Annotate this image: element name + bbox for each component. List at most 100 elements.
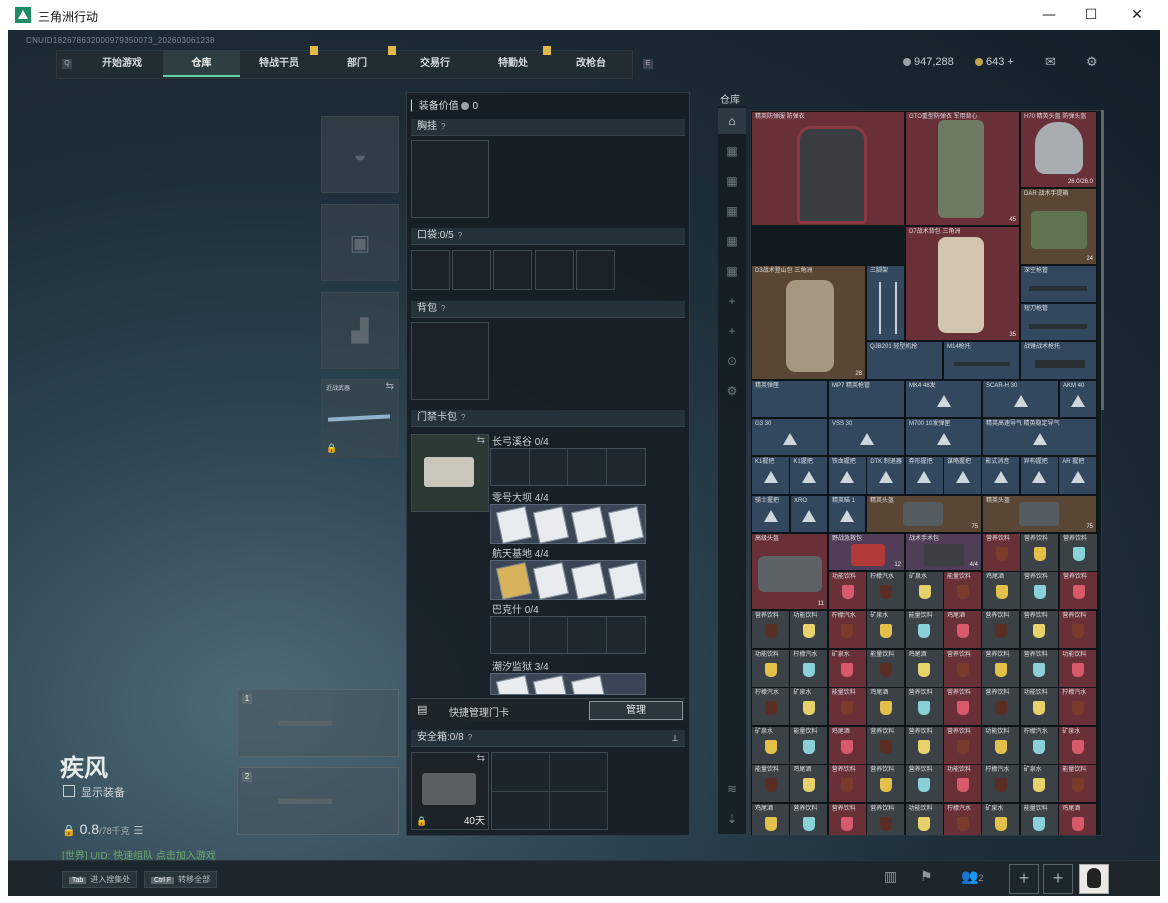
help-icon[interactable]: ?: [441, 304, 445, 313]
primary-weapon-slot-2[interactable]: 2 ▬▬▬: [237, 767, 399, 835]
inventory-item[interactable]: 营养饮料: [904, 764, 944, 803]
inventory-item[interactable]: 鸡尾酒: [904, 648, 944, 688]
tab-special-services[interactable]: 特勤处: [475, 50, 551, 77]
inventory-item[interactable]: 营养饮料: [866, 764, 906, 803]
inventory-item[interactable]: D3战术登山包 三角洲 28: [751, 265, 866, 380]
help-icon[interactable]: ?: [441, 122, 445, 131]
add-page-icon[interactable]: +: [718, 288, 746, 314]
inventory-item[interactable]: 能量饮料: [751, 764, 790, 803]
inventory-item[interactable]: 营养饮料: [904, 725, 944, 765]
inventory-item[interactable]: 柠檬汽水: [751, 687, 790, 726]
inventory-item[interactable]: 柠檬汽水: [866, 571, 905, 610]
storage-page-icon[interactable]: ▦: [718, 138, 746, 164]
inventory-item[interactable]: 战术手术包 4/4: [905, 533, 982, 571]
inventory-item[interactable]: DAR 战术手提箱 24: [1020, 188, 1097, 265]
inventory-item[interactable]: 矿泉水: [866, 610, 906, 649]
keycard-grid[interactable]: [490, 504, 646, 544]
inventory-item[interactable]: 高级头盔 11: [751, 533, 828, 610]
inventory-item[interactable]: 营养饮料: [1058, 610, 1098, 649]
squad-icon[interactable]: 👥2: [961, 868, 983, 885]
inventory-item[interactable]: MP7 精英枪管: [828, 380, 905, 418]
help-icon[interactable]: ?: [458, 231, 462, 240]
add-page-icon[interactable]: +: [718, 318, 746, 344]
inventory-item[interactable]: 鸡尾酒: [1058, 802, 1098, 835]
inventory-item[interactable]: 矿泉水: [827, 648, 867, 688]
inventory-item[interactable]: 矿泉水: [1058, 725, 1098, 765]
checkbox[interactable]: [63, 785, 75, 797]
inventory-item[interactable]: 战锤战术枪托: [1020, 341, 1097, 380]
inventory-item[interactable]: 营养饮料: [866, 802, 906, 835]
inventory-item[interactable]: 鸡尾酒: [827, 725, 867, 765]
pocket-slot[interactable]: [493, 250, 532, 290]
swap-icon[interactable]: ⇆: [477, 753, 485, 764]
inventory-item[interactable]: 营养饮料: [981, 687, 1021, 726]
keycard-icon[interactable]: [608, 506, 644, 544]
inventory-item[interactable]: 精英瞄 1: [828, 495, 866, 533]
keycard-icon[interactable]: [533, 506, 569, 544]
inventory-item[interactable]: GTO重型防弹衣 军用背心 45: [905, 111, 1020, 226]
inventory-item[interactable]: 鸡尾酒: [943, 610, 982, 649]
storage-scrollbar[interactable]: [1101, 110, 1104, 410]
layers-icon[interactable]: ≋: [718, 776, 746, 802]
keycard-icon[interactable]: [496, 675, 532, 694]
inventory-item[interactable]: 营养饮料: [789, 802, 829, 835]
inventory-item[interactable]: 深空枪管: [1020, 265, 1097, 303]
swap-icon[interactable]: ⇆: [477, 435, 485, 446]
inventory-item[interactable]: 功能饮料: [1019, 687, 1059, 726]
helmet-slot[interactable]: ◒: [321, 116, 399, 193]
close-button[interactable]: ✕: [1114, 0, 1160, 30]
inventory-item[interactable]: 能量饮料: [866, 648, 906, 688]
tab-trading[interactable]: 交易行: [397, 50, 473, 77]
inventory-item[interactable]: 异构握把: [1019, 456, 1059, 495]
tab-gunsmith[interactable]: 改枪台: [553, 50, 629, 77]
inventory-item[interactable]: 营养饮料: [982, 533, 1021, 572]
inventory-item[interactable]: 鸡尾酒: [866, 687, 906, 726]
storage-page-icon[interactable]: ▦: [718, 258, 746, 284]
inventory-item[interactable]: 营养饮料: [943, 648, 982, 688]
inventory-item[interactable]: 影式消音: [981, 456, 1021, 495]
inventory-item[interactable]: H70 精英头盔 防弹头盔 26.0/26.0: [1020, 111, 1097, 188]
armor-slot[interactable]: ▣: [321, 204, 399, 281]
keycard-icon[interactable]: [571, 506, 607, 544]
inventory-item[interactable]: D7战术背包 三角洲 35: [905, 226, 1020, 341]
inventory-item[interactable]: QJB201 轻型机枪: [866, 341, 943, 380]
inventory-item[interactable]: 功能饮料: [828, 571, 867, 610]
chest-rig-slot[interactable]: [411, 140, 489, 218]
backpack-slot[interactable]: [411, 322, 489, 400]
inventory-item[interactable]: 精英头盔 75: [982, 495, 1097, 533]
primary-weapon-slot-1[interactable]: 1 ▬▬▬: [237, 689, 399, 757]
tab-department[interactable]: 部门: [319, 50, 395, 77]
inventory-item[interactable]: 柠檬汽水: [789, 648, 829, 688]
inventory-item[interactable]: 能量饮料: [1058, 764, 1098, 803]
inventory-item[interactable]: 券形握把: [904, 456, 944, 495]
manage-button[interactable]: 管理: [589, 701, 683, 720]
inventory-item[interactable]: 功能饮料: [1058, 648, 1098, 688]
inventory-item[interactable]: 营养饮料: [1020, 571, 1059, 610]
inventory-item[interactable]: 矿泉水: [789, 687, 829, 726]
keycard-icon[interactable]: [496, 506, 532, 544]
keycard-grid[interactable]: [490, 616, 646, 654]
gold-add-button[interactable]: +: [1007, 56, 1013, 68]
inventory-item[interactable]: M700 10发弹匣: [905, 418, 982, 456]
hint-transfer-all[interactable]: Ctrl F 转移全部: [144, 871, 218, 888]
invite-slot-button[interactable]: +: [1043, 864, 1073, 894]
inventory-item[interactable]: 精英弹匣: [751, 380, 828, 418]
inventory-item[interactable]: 营养饮料: [827, 764, 867, 803]
keycard-icon[interactable]: [608, 562, 644, 600]
inventory-item[interactable]: 柠檬汽水: [981, 764, 1021, 803]
show-equipment-toggle[interactable]: 显示装备: [63, 784, 125, 800]
keycard-icon[interactable]: [533, 562, 569, 600]
tab-start-game[interactable]: 开始游戏: [84, 50, 160, 77]
inventory-item[interactable]: 功能饮料: [943, 764, 982, 803]
inventory-item[interactable]: 矿泉水: [981, 802, 1021, 835]
stats-icon[interactable]: ▥: [884, 868, 897, 885]
inventory-item[interactable]: 营养饮料: [1059, 571, 1098, 610]
inventory-item[interactable]: 柠檬汽水: [1058, 687, 1098, 726]
swap-icon[interactable]: ⇆: [386, 381, 394, 392]
inventory-item[interactable]: 功能饮料: [981, 725, 1021, 765]
inventory-item[interactable]: 功能饮料: [904, 802, 944, 835]
inventory-item[interactable]: 精英高速导气 精英稳定导气: [982, 418, 1097, 456]
help-icon[interactable]: ?: [461, 413, 465, 422]
storage-page-icon[interactable]: ▦: [718, 228, 746, 254]
inventory-item[interactable]: 三脚架: [866, 265, 905, 341]
